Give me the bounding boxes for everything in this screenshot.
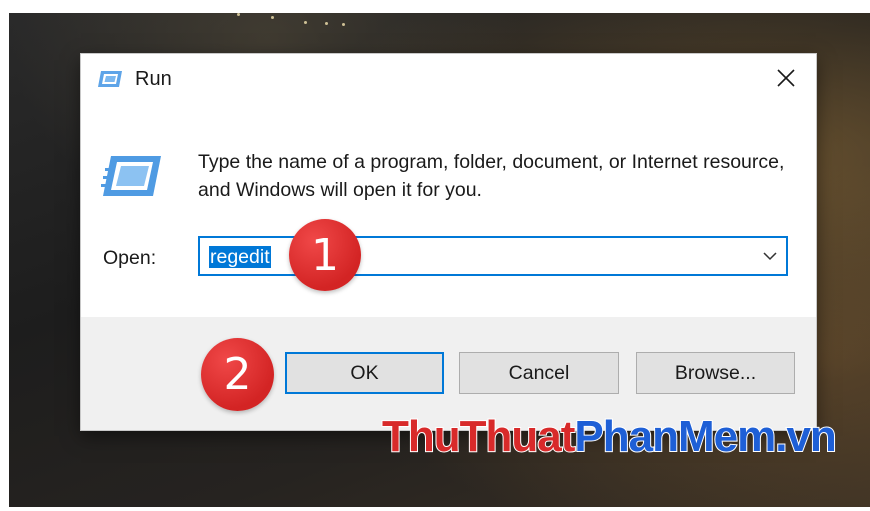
background-light [237, 13, 240, 16]
open-input-value[interactable]: regedit [209, 246, 271, 268]
close-button[interactable] [756, 54, 816, 106]
watermark-part: PhanMem [573, 411, 777, 462]
ok-button[interactable]: OK [285, 352, 444, 394]
window-title: Run [135, 68, 172, 90]
cancel-button[interactable]: Cancel [459, 352, 619, 394]
background-light [325, 22, 328, 25]
run-dialog: Run Type the name of a program, folder, … [81, 54, 816, 430]
background-light [271, 16, 274, 19]
chevron-down-icon[interactable] [760, 248, 780, 264]
run-program-icon [101, 154, 163, 198]
open-combobox[interactable]: regedit [198, 236, 788, 276]
dialog-description: Type the name of a program, folder, docu… [198, 151, 785, 201]
open-label: Open: [103, 247, 157, 269]
run-icon [97, 70, 123, 88]
step-1-badge: 1 [289, 219, 361, 291]
step-2-badge: 2 [201, 338, 274, 411]
title-bar[interactable]: Run [81, 54, 816, 106]
watermark-part: Thu [381, 411, 462, 462]
background-light [342, 23, 345, 26]
background-light [304, 21, 307, 24]
browse-button[interactable]: Browse... [636, 352, 795, 394]
watermark-logo: ThuThuatPhanMem.vn [381, 411, 838, 468]
watermark-part: Thuat [459, 411, 577, 462]
close-icon [776, 68, 796, 93]
watermark-part: .vn [774, 411, 838, 462]
